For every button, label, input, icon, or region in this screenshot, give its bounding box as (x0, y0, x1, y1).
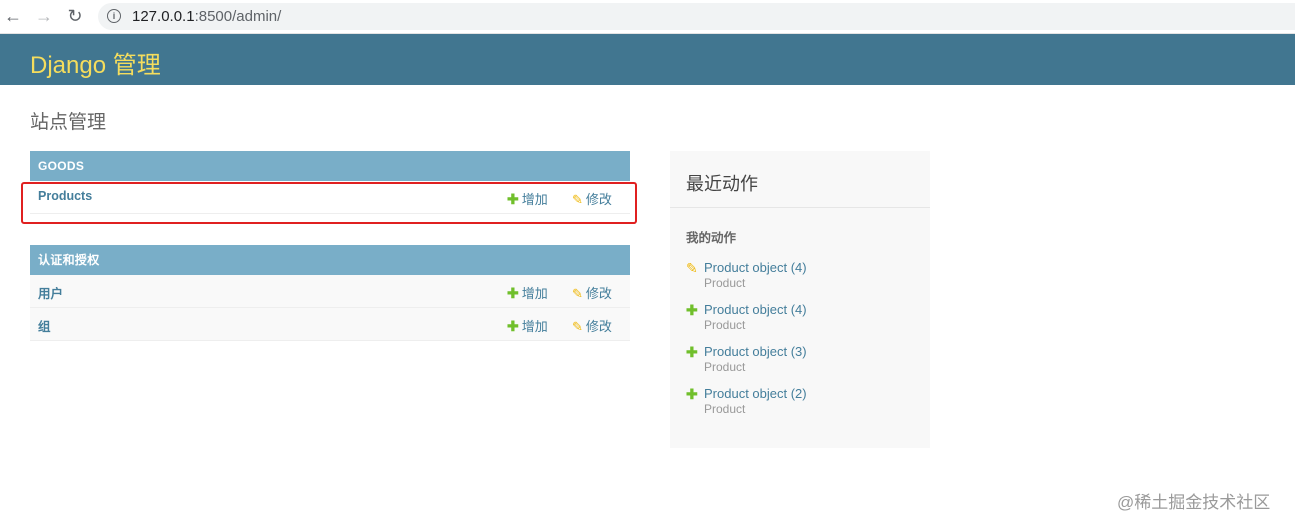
action-content-type: Product (704, 318, 746, 332)
recent-actions-title: 最近动作 (686, 174, 758, 194)
action-link[interactable]: Product object (3) (704, 344, 807, 359)
divider (670, 207, 930, 208)
add-icon: ✚ (507, 318, 519, 334)
site-title-link[interactable]: Django 管理 (30, 45, 161, 80)
add-label: 增加 (521, 286, 548, 301)
module-caption[interactable]: 认证和授权 (30, 245, 630, 275)
add-icon: ✚ (686, 344, 698, 360)
pencil-icon: ✎ (686, 260, 698, 276)
change-label: 修改 (585, 319, 612, 334)
action-content-type: Product (704, 402, 746, 416)
pencil-icon: ✎ (572, 319, 583, 334)
page-title: 站点管理 (30, 112, 107, 133)
add-icon: ✚ (686, 302, 698, 318)
add-link[interactable]: ✚ 增加 (507, 316, 548, 335)
model-link[interactable]: 组 (38, 316, 51, 335)
add-icon: ✚ (507, 285, 519, 301)
change-link[interactable]: ✎ 修改 (572, 283, 612, 302)
change-link[interactable]: ✎ 修改 (572, 316, 612, 335)
url-path: :8500/admin/ (194, 8, 282, 25)
watermark: @稀土掘金技术社区 (1117, 493, 1271, 512)
change-label: 修改 (585, 286, 612, 301)
url-host: 127.0.0.1 (132, 8, 195, 25)
action-link[interactable]: Product object (4) (704, 260, 807, 275)
model-row-users: 用户 ✚ 增加 ✎ 修改 (30, 275, 630, 308)
add-link[interactable]: ✚ 增加 (507, 283, 548, 302)
model-link[interactable]: 用户 (38, 283, 63, 302)
my-actions-heading: 我的动作 (686, 231, 737, 245)
info-icon[interactable]: i (107, 9, 121, 23)
address-bar[interactable]: i 127.0.0.1:8500/admin/ (98, 3, 1295, 30)
action-content-type: Product (704, 360, 746, 374)
highlight-box (21, 182, 637, 224)
pencil-icon: ✎ (572, 286, 583, 301)
action-link[interactable]: Product object (2) (704, 386, 807, 401)
browser-toolbar: ← → ↻ i 127.0.0.1:8500/admin/ (0, 0, 1295, 34)
forward-arrow-icon[interactable]: → (33, 5, 55, 27)
site-header: Django 管理 (0, 34, 1295, 85)
back-arrow-icon[interactable]: ← (2, 5, 24, 27)
recent-actions-panel: 最近动作 我的动作 ✎ Product object (4) Product ✚… (670, 151, 930, 448)
action-link[interactable]: Product object (4) (704, 302, 807, 317)
model-row-groups: 组 ✚ 增加 ✎ 修改 (30, 308, 630, 341)
reload-icon[interactable]: ↻ (64, 5, 86, 27)
module-caption[interactable]: GOODS (30, 151, 630, 181)
app-module-auth: 认证和授权 用户 ✚ 增加 ✎ 修改 组 ✚ 增加 ✎ 修改 (30, 245, 630, 341)
url-text[interactable]: 127.0.0.1:8500/admin/ (132, 8, 281, 25)
add-icon: ✚ (686, 386, 698, 402)
add-label: 增加 (521, 319, 548, 334)
action-content-type: Product (704, 276, 746, 290)
